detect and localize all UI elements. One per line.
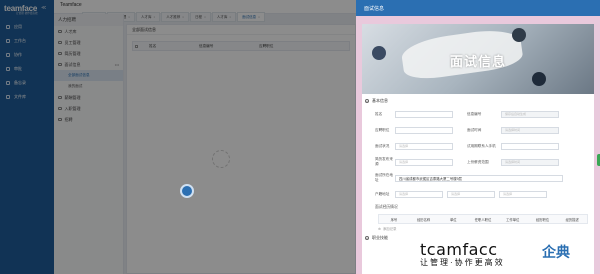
form-row: 姓名 信息编号 保存后自动生成 [365, 106, 591, 122]
last-salary-select[interactable]: 请选择时间 [501, 158, 559, 166]
section-basic-info[interactable]: − 基本信息 [362, 96, 594, 106]
status-select[interactable]: 请选择 [395, 142, 453, 150]
section-title: 基本信息 [372, 98, 388, 103]
form-col: 面试时间 请选择时间 [467, 126, 559, 134]
basic-info-form: 姓名 信息编号 保存后自动生成 应聘职位 面试时间 请选择时间 面试状况 请选择 [362, 106, 594, 231]
city-select[interactable]: 请选择 [447, 190, 495, 198]
resume-source-label: 简历发布来源 [375, 157, 393, 166]
contact-phone-label: 试用期联系人手机 [467, 143, 496, 148]
form-row: 简历发布来源 请选择 上份薪资范围 请选择时间 [365, 154, 591, 170]
modal-title: 面试信息 [356, 0, 600, 16]
position-input[interactable] [395, 126, 453, 134]
assistant-float-button[interactable] [180, 184, 194, 198]
resume-source-select[interactable]: 请选择 [395, 158, 453, 166]
interview-time-picker[interactable]: 请选择时间 [501, 126, 559, 134]
form-row: 户籍地址 请选择 请选择 请选择 [365, 186, 591, 202]
banner-person [512, 28, 526, 42]
name-input[interactable] [395, 110, 453, 118]
section-title: 职业技能 [372, 235, 388, 240]
column-header: 任职人职位 [474, 217, 492, 222]
watermark-slogan: 让管理·协作更高效 [420, 258, 505, 267]
address-label: 面试所在地址 [375, 173, 393, 182]
banner-person [532, 72, 546, 86]
form-row: 面试所在地址 四川省成都市武侯区吉泰路大厦二号楼9层 [365, 170, 591, 186]
modal-body: 面试信息 − 基本信息 姓名 信息编号 保存后自动生成 应聘职位 面试时间 请选择… [362, 24, 594, 274]
plus-icon: ⊕ [378, 226, 381, 231]
banner-image: 面试信息 [362, 24, 594, 94]
status-label: 面试状况 [375, 143, 390, 148]
form-col: 信息编号 保存后自动生成 [467, 110, 559, 118]
form-row: 应聘职位 面试时间 请选择时间 [365, 122, 591, 138]
watermark: tcamfacc 让管理·协作更高效 [420, 240, 505, 268]
name-label: 姓名 [375, 111, 383, 116]
info-no-label: 信息编号 [467, 111, 482, 116]
interview-time-label: 面试时间 [467, 127, 482, 132]
column-header: 序号 [390, 217, 398, 222]
address-input[interactable]: 四川省成都市武侯区吉泰路大厦二号楼9层 [395, 174, 563, 182]
region-selects: 请选择 请选择 请选择 [395, 190, 547, 198]
column-header: 经历名称 [416, 217, 431, 222]
collapse-icon[interactable]: − [365, 236, 369, 240]
province-select[interactable]: 请选择 [395, 190, 443, 198]
watermark-logo: 企典 [542, 244, 570, 260]
contact-phone-input[interactable] [501, 142, 559, 150]
form-col: 试用期联系人手机 [467, 142, 559, 150]
collapse-icon[interactable]: − [365, 99, 369, 103]
position-label: 应聘职位 [375, 127, 390, 132]
form-col: 上份薪资范围 请选择时间 [467, 158, 559, 166]
column-header: 经历描述 [565, 217, 579, 222]
column-header: 单位 [450, 217, 457, 222]
interview-modal: 面试信息 面试信息 − 基本信息 姓名 信息编号 保存后自动生成 应聘职位 面试… [356, 0, 600, 274]
column-header: 工作单位 [506, 217, 520, 222]
district-select[interactable]: 请选择 [499, 190, 547, 198]
history-table-header: 序号 经历名称 单位 任职人职位 工作单位 经历职位 经历描述 [378, 214, 588, 224]
banner-title: 面试信息 [449, 54, 506, 69]
add-record-button[interactable]: ⊕ 添加记录 [378, 226, 591, 232]
history-title: 面试经历情况 [375, 204, 398, 209]
last-salary-label: 上份薪资范围 [467, 159, 489, 164]
info-no-input: 保存后自动生成 [501, 110, 559, 118]
household-label: 户籍地址 [375, 191, 390, 196]
form-row: 面试状况 请选择 试用期联系人手机 [365, 138, 591, 154]
add-label: 添加记录 [382, 227, 397, 231]
column-header: 经历职位 [535, 217, 550, 222]
